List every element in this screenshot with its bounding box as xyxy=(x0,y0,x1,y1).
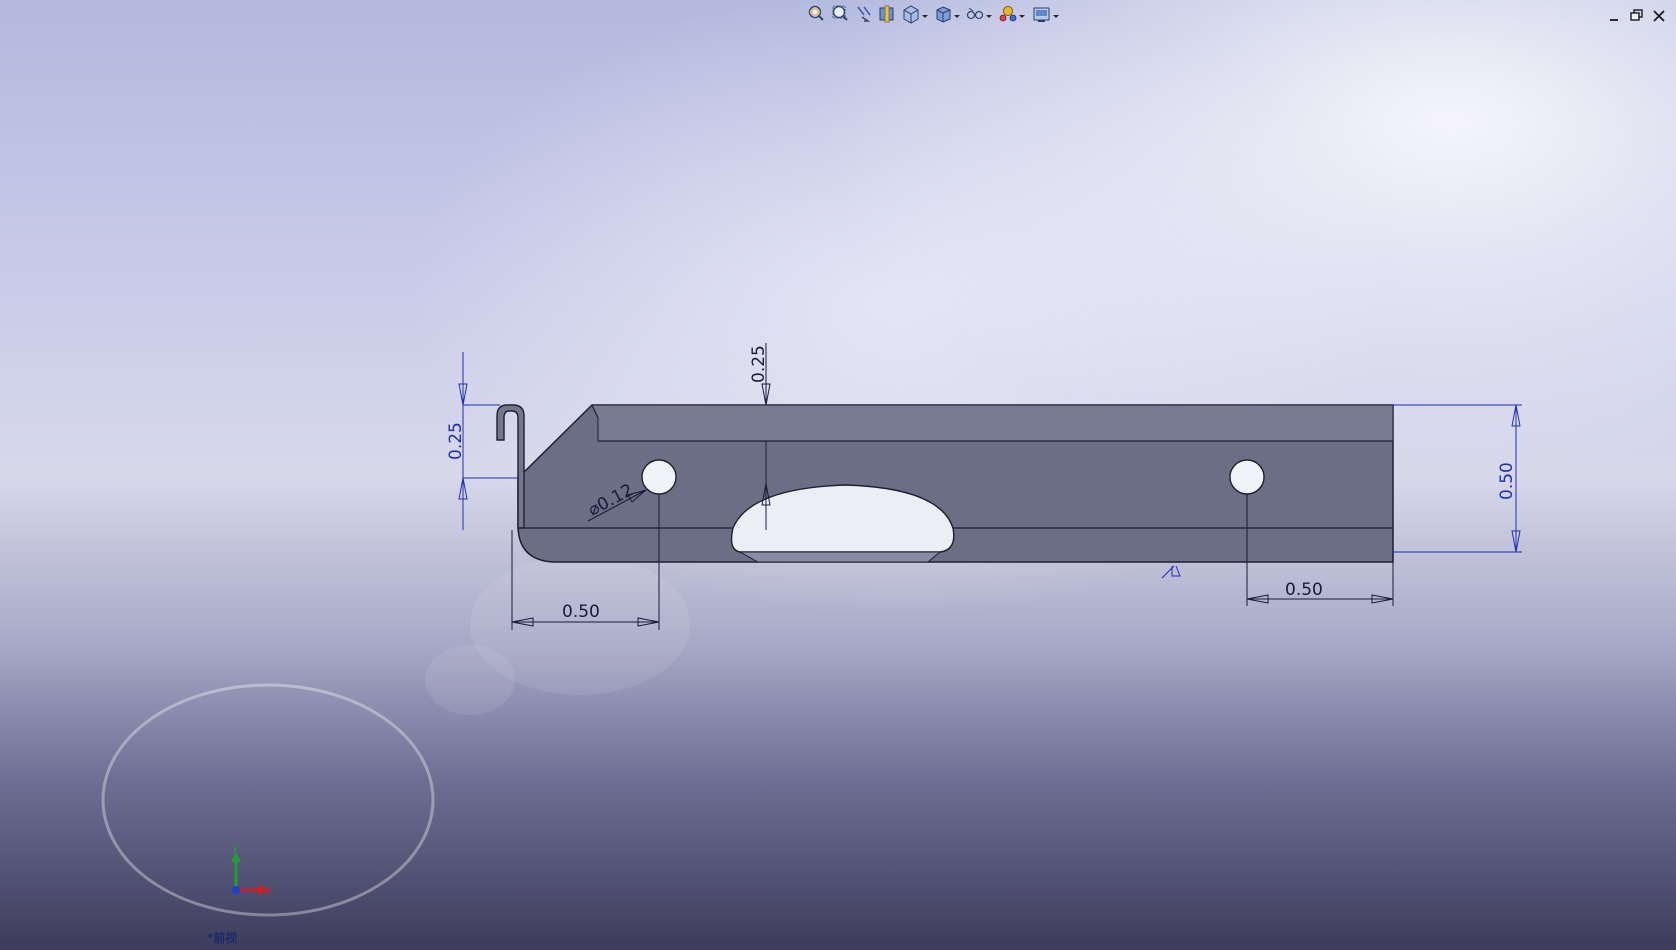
sketch-relation-marker xyxy=(1161,565,1181,579)
apply-scene-icon[interactable] xyxy=(1033,7,1059,22)
display-style-icon[interactable] xyxy=(936,6,960,23)
view-orientation-icon[interactable] xyxy=(903,5,928,24)
close-button[interactable] xyxy=(1651,8,1667,24)
dimension-text: 0.25 xyxy=(749,345,769,383)
axis-x-label: X xyxy=(266,886,273,897)
left-hole[interactable] xyxy=(641,459,677,495)
section-view-icon[interactable] xyxy=(879,5,894,23)
window-controls xyxy=(1606,8,1667,24)
right-hole[interactable] xyxy=(1229,459,1265,495)
top-flange xyxy=(591,404,1394,442)
dimension-text: 0.25 xyxy=(446,422,466,460)
zoom-to-area-icon[interactable] xyxy=(832,5,848,21)
dimension-hook-height[interactable]: 0.25 xyxy=(446,352,518,530)
dimension-part-height[interactable]: 0.50 xyxy=(1393,404,1522,553)
restore-button[interactable] xyxy=(1629,8,1645,24)
background-flare xyxy=(101,555,690,917)
dimension-text: 0.50 xyxy=(1285,580,1323,600)
view-name-label: *前视 xyxy=(207,930,237,945)
hide-show-items-icon[interactable] xyxy=(966,7,993,20)
hook-flange xyxy=(496,404,525,529)
graphics-viewport[interactable]: 0.25 0.25 ⌀0.12 0.50 0.50 0.50 Y X *前视 xyxy=(0,0,1676,950)
reference-triad: Y X xyxy=(231,845,273,897)
axis-y-label: Y xyxy=(231,845,239,856)
sheet-metal-part[interactable] xyxy=(496,404,1394,563)
slot-bottom-lip xyxy=(738,551,942,563)
heads-up-view-toolbar xyxy=(808,5,1059,24)
zoom-to-fit-icon[interactable] xyxy=(808,5,824,21)
edit-appearance-icon[interactable] xyxy=(999,6,1025,22)
dimension-text: 0.50 xyxy=(562,602,600,622)
previous-view-icon[interactable] xyxy=(857,6,871,22)
minimize-button[interactable] xyxy=(1606,8,1622,24)
dimension-text: 0.50 xyxy=(1497,462,1517,500)
